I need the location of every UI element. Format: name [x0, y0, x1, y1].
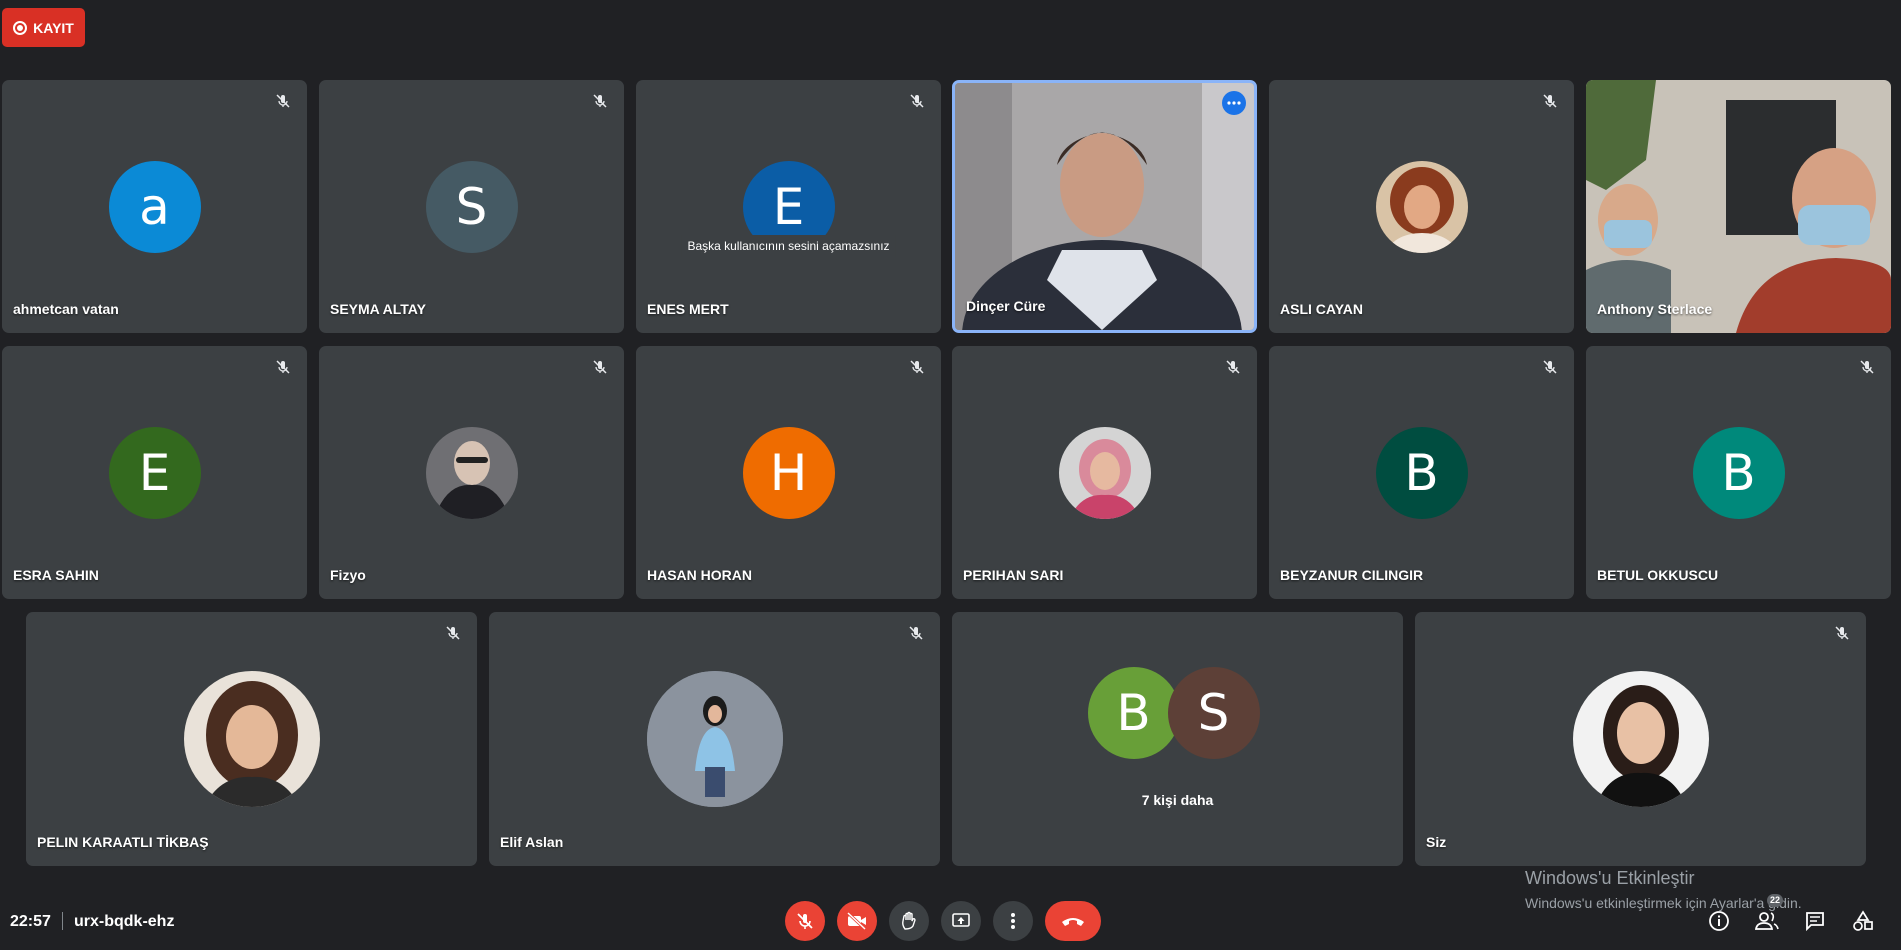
recording-label: KAYIT — [33, 19, 74, 36]
mic-muted-icon[interactable] — [1538, 89, 1562, 113]
avatar: B — [1375, 426, 1468, 519]
watermark-title: Windows'u Etkinleştir — [1525, 868, 1695, 888]
mic-muted-icon[interactable] — [1538, 355, 1562, 379]
participant-name: Fizyo — [330, 567, 366, 583]
hand-icon — [902, 911, 916, 930]
participant-name: Siz — [1426, 834, 1447, 850]
participant-tile-asli[interactable]: ASLI CAYAN — [1269, 80, 1574, 333]
participant-tile-hasan[interactable]: H HASAN HORAN — [636, 346, 941, 599]
toggle-mic-button[interactable] — [785, 901, 825, 941]
participant-name: HASAN HORAN — [647, 567, 752, 583]
mic-muted-icon[interactable] — [1855, 355, 1879, 379]
windows-activation-watermark: Windows'u Etkinleştir Windows'u etkinleş… — [1525, 868, 1802, 911]
avatar — [646, 671, 783, 807]
participant-name: PERIHAN SARI — [963, 567, 1064, 583]
avatar — [1058, 426, 1151, 519]
people-icon — [1755, 912, 1779, 930]
participant-tile-esra[interactable]: E ESRA SAHIN — [2, 346, 307, 599]
toggle-camera-button[interactable] — [837, 901, 877, 941]
leave-call-button[interactable] — [1045, 901, 1101, 941]
mic-muted-icon[interactable] — [905, 355, 929, 379]
avatar — [1572, 671, 1709, 807]
avatar: B — [1692, 426, 1785, 519]
activities-icon — [1853, 910, 1873, 931]
present-icon — [952, 913, 970, 927]
participant-name: ASLI CAYAN — [1280, 301, 1363, 317]
participant-count-badge: 22 — [1767, 894, 1784, 907]
participant-name: ahmetcan vatan — [13, 301, 119, 317]
mic-muted-icon[interactable] — [905, 89, 929, 113]
participant-name: SEYMA ALTAY — [330, 301, 426, 317]
participant-name: Anthony Sterlace — [1597, 301, 1713, 317]
video-feed — [955, 83, 1254, 330]
participant-name: ENES MERT — [647, 301, 729, 317]
participant-tile-perihan[interactable]: PERIHAN SARI — [952, 346, 1257, 599]
mic-muted-icon[interactable] — [1830, 621, 1854, 645]
participant-name: PELIN KARAATLI TİKBAŞ — [37, 834, 209, 850]
more-participants-avatars: B S — [1087, 667, 1268, 759]
participant-tile-self[interactable]: Siz — [1415, 612, 1866, 866]
activities-button[interactable] — [1849, 907, 1877, 935]
participant-tile-betul[interactable]: B BETUL OKKUSCU — [1586, 346, 1891, 599]
participants-button[interactable] — [1753, 907, 1781, 935]
more-participants-label: 7 kişi daha — [1141, 792, 1214, 808]
avatar: B — [1087, 667, 1180, 759]
participant-tile-anthony[interactable]: Anthony Sterlace — [1586, 80, 1891, 333]
mic-muted-icon[interactable] — [271, 355, 295, 379]
video-feed — [1586, 80, 1891, 333]
mic-muted-icon[interactable] — [588, 355, 612, 379]
mic-muted-icon[interactable] — [271, 89, 295, 113]
info-icon — [1709, 911, 1729, 931]
avatar — [425, 426, 518, 519]
mic-muted-icon[interactable] — [441, 621, 465, 645]
avatar — [1375, 160, 1468, 253]
participant-tile-dincer[interactable]: Dinçer Cüre — [952, 80, 1257, 333]
mic-off-icon — [797, 913, 813, 929]
participant-name: ESRA SAHIN — [13, 567, 99, 583]
raise-hand-button[interactable] — [889, 901, 929, 941]
mic-muted-icon[interactable] — [904, 621, 928, 645]
present-screen-button[interactable] — [941, 901, 981, 941]
divider — [62, 912, 63, 930]
record-icon — [13, 20, 28, 35]
meeting-details-button[interactable] — [1705, 907, 1733, 935]
participant-name: BETUL OKKUSCU — [1597, 567, 1719, 583]
participant-tile-fizyo[interactable]: Fizyo — [319, 346, 624, 599]
meeting-time: 22:57 — [10, 913, 51, 930]
avatar — [183, 671, 320, 807]
participant-tile-others[interactable]: B S 7 kişi daha — [952, 612, 1403, 866]
avatar: S — [425, 160, 518, 253]
participant-tile-enes[interactable]: E Başka kullanıcının sesini açamazsınız … — [636, 80, 941, 333]
mic-muted-icon[interactable] — [1221, 355, 1245, 379]
avatar: H — [742, 426, 835, 519]
chat-icon — [1806, 912, 1824, 932]
participant-name: BEYZANUR CILINGIR — [1280, 567, 1424, 583]
mic-muted-icon[interactable] — [588, 89, 612, 113]
participant-tile-pelin[interactable]: PELIN KARAATLI TİKBAŞ — [26, 612, 477, 866]
participant-tile-ahmetcan[interactable]: a ahmetcan vatan — [2, 80, 307, 333]
more-options-button[interactable] — [1222, 91, 1246, 115]
more-vert-icon — [1011, 913, 1015, 929]
avatar: S — [1167, 667, 1260, 759]
camera-off-icon — [846, 911, 867, 931]
meeting-code[interactable]: urx-bqdk-ehz — [74, 913, 174, 931]
avatar: E — [108, 426, 201, 519]
chat-button[interactable] — [1801, 907, 1829, 935]
participant-tile-elif[interactable]: Elif Aslan — [489, 612, 940, 866]
participant-tile-beyzanur[interactable]: B BEYZANUR CILINGIR — [1269, 346, 1574, 599]
participant-tile-seyma[interactable]: S SEYMA ALTAY — [319, 80, 624, 333]
avatar: a — [108, 160, 201, 253]
participant-name: Elif Aslan — [500, 834, 564, 850]
hang-up-icon — [1062, 918, 1084, 926]
unmute-tooltip: Başka kullanıcının sesini açamazsınız — [681, 235, 896, 257]
recording-indicator[interactable]: KAYIT — [2, 8, 85, 47]
more-options-button[interactable] — [993, 901, 1033, 941]
participant-name: Dinçer Cüre — [966, 298, 1046, 314]
